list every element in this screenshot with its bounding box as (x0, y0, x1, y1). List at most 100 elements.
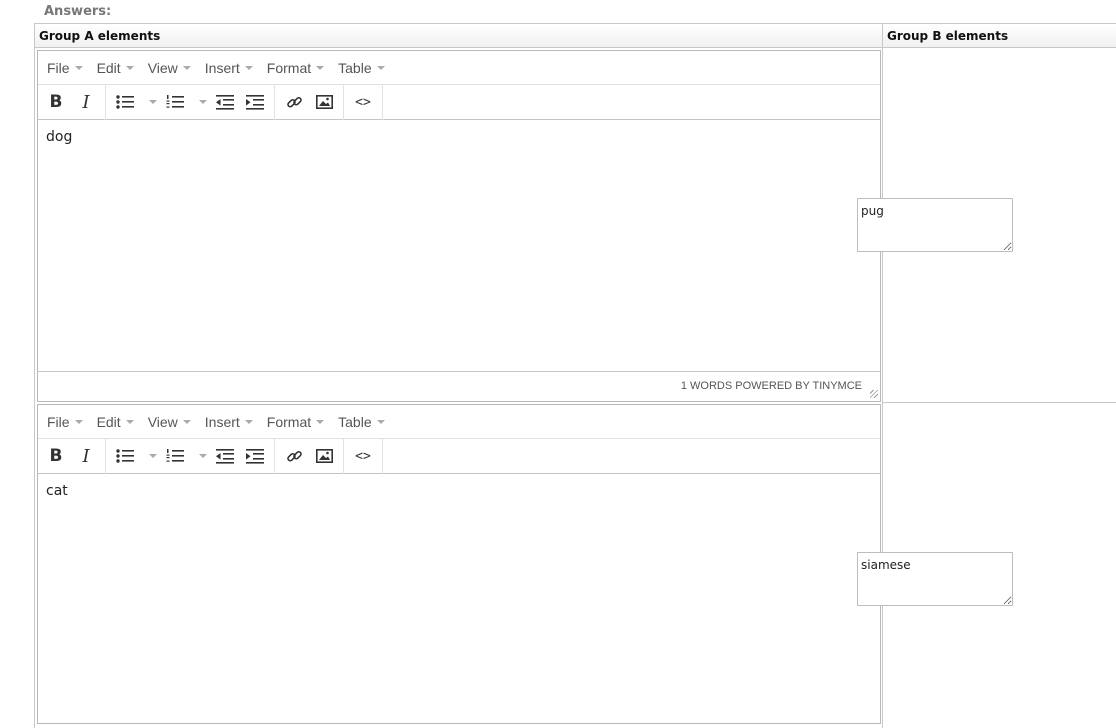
editor-menubar: File Edit View Insert Format Table (38, 51, 880, 85)
image-button[interactable] (309, 88, 339, 116)
menu-label: View (147, 59, 178, 76)
resize-handle-icon[interactable] (870, 390, 878, 398)
image-button[interactable] (309, 442, 339, 470)
source-code-button[interactable]: <> (348, 88, 378, 116)
numbered-list-icon (166, 95, 184, 108)
italic-button[interactable]: I (71, 442, 101, 470)
caret-down-icon (125, 65, 134, 70)
group-b-answer-2[interactable]: siamese (857, 552, 1013, 606)
link-button[interactable] (279, 88, 309, 116)
menu-format[interactable]: Format (267, 414, 325, 430)
menu-insert[interactable]: Insert (205, 60, 253, 76)
outdent-icon (216, 94, 234, 110)
menu-label: Format (266, 59, 312, 76)
outdent-button[interactable] (210, 88, 240, 116)
bold-button[interactable]: B (41, 88, 71, 116)
toolbar-group-lists (106, 84, 275, 120)
menu-insert[interactable]: Insert (205, 414, 253, 430)
toolbar-group-insert (275, 438, 344, 474)
menu-format[interactable]: Format (266, 59, 325, 76)
rich-text-editor-2[interactable]: File Edit View Insert Format Table B I <… (37, 404, 881, 724)
code-icon: <> (355, 448, 371, 464)
menu-table[interactable]: Table (338, 59, 385, 76)
bullet-list-button[interactable] (110, 442, 140, 470)
menu-view[interactable]: View (148, 60, 191, 76)
group-b-answer-1[interactable]: pug (857, 198, 1013, 252)
column-divider (882, 48, 883, 728)
numbered-list-dropdown[interactable] (190, 442, 210, 470)
menu-edit[interactable]: Edit (97, 60, 134, 76)
toolbar-group-code: <> (344, 84, 383, 120)
rich-text-editor-1[interactable]: File Edit View Insert Format Table B I <… (37, 50, 881, 402)
toolbar-group-format: B I (38, 84, 106, 120)
italic-icon: I (82, 91, 90, 113)
link-icon (286, 96, 302, 108)
caret-down-icon (198, 100, 207, 104)
answers-label: Answers: (44, 4, 112, 19)
caret-down-icon (198, 454, 207, 458)
indent-button[interactable] (240, 88, 270, 116)
editor-toolbar: B I <> (38, 84, 880, 120)
bullet-list-icon (116, 95, 134, 109)
toolbar-group-code: <> (344, 438, 383, 474)
indent-icon (246, 94, 264, 110)
toolbar-group-insert (275, 84, 344, 120)
editor-content-area[interactable]: dog (38, 120, 880, 371)
menu-file[interactable]: File (47, 414, 83, 430)
menu-file[interactable]: File (47, 60, 83, 76)
editor-content-area[interactable]: cat (38, 474, 880, 714)
group-a-header: Group A elements (34, 24, 883, 48)
bullet-list-icon (116, 449, 134, 463)
menu-label: Edit (96, 413, 121, 430)
menu-label: View (147, 413, 178, 430)
outdent-button[interactable] (210, 442, 240, 470)
indent-button[interactable] (240, 442, 270, 470)
caret-down-icon (376, 65, 385, 70)
numbered-list-button[interactable] (160, 442, 190, 470)
word-count-status: 1 WORDS POWERED BY TINYMCE (680, 380, 862, 392)
code-icon: <> (355, 94, 371, 110)
caret-down-icon (182, 419, 191, 424)
bold-icon: B (49, 92, 63, 112)
bullet-list-dropdown[interactable] (140, 88, 160, 116)
caret-down-icon (244, 419, 253, 424)
outdent-icon (216, 448, 234, 464)
image-icon (315, 449, 333, 463)
table-border (34, 48, 35, 728)
link-icon (286, 450, 302, 462)
menu-table[interactable]: Table (338, 414, 385, 430)
caret-down-icon (316, 419, 325, 424)
menu-label: Insert (204, 59, 240, 76)
toolbar-group-lists (106, 438, 275, 474)
bold-icon: B (49, 446, 63, 466)
bold-button[interactable]: B (41, 442, 71, 470)
editor-toolbar: B I <> (38, 438, 880, 474)
menu-label: File (47, 413, 70, 430)
source-code-button[interactable]: <> (348, 442, 378, 470)
menu-label: Insert (204, 413, 240, 430)
indent-icon (246, 448, 264, 464)
caret-down-icon (316, 65, 325, 70)
menu-edit[interactable]: Edit (97, 414, 134, 430)
caret-down-icon (125, 419, 134, 424)
bullet-list-dropdown[interactable] (140, 442, 160, 470)
caret-down-icon (244, 65, 253, 70)
caret-down-icon (376, 419, 385, 424)
italic-button[interactable]: I (71, 88, 101, 116)
caret-down-icon (148, 454, 157, 458)
editor-statusbar: 1 WORDS POWERED BY TINYMCE (38, 371, 880, 400)
numbered-list-dropdown[interactable] (190, 88, 210, 116)
answers-table: Group A elements Group B elements File E… (34, 23, 1116, 728)
editor-menubar: File Edit View Insert Format Table (38, 405, 880, 439)
bullet-list-button[interactable] (110, 88, 140, 116)
toolbar-group-format: B I (38, 438, 106, 474)
menu-view[interactable]: View (148, 414, 191, 430)
caret-down-icon (74, 65, 83, 70)
link-button[interactable] (279, 442, 309, 470)
row-divider (883, 402, 1116, 403)
caret-down-icon (148, 100, 157, 104)
menu-label: File (47, 59, 70, 76)
numbered-list-button[interactable] (160, 88, 190, 116)
caret-down-icon (182, 65, 191, 70)
menu-label: Table (338, 59, 372, 76)
